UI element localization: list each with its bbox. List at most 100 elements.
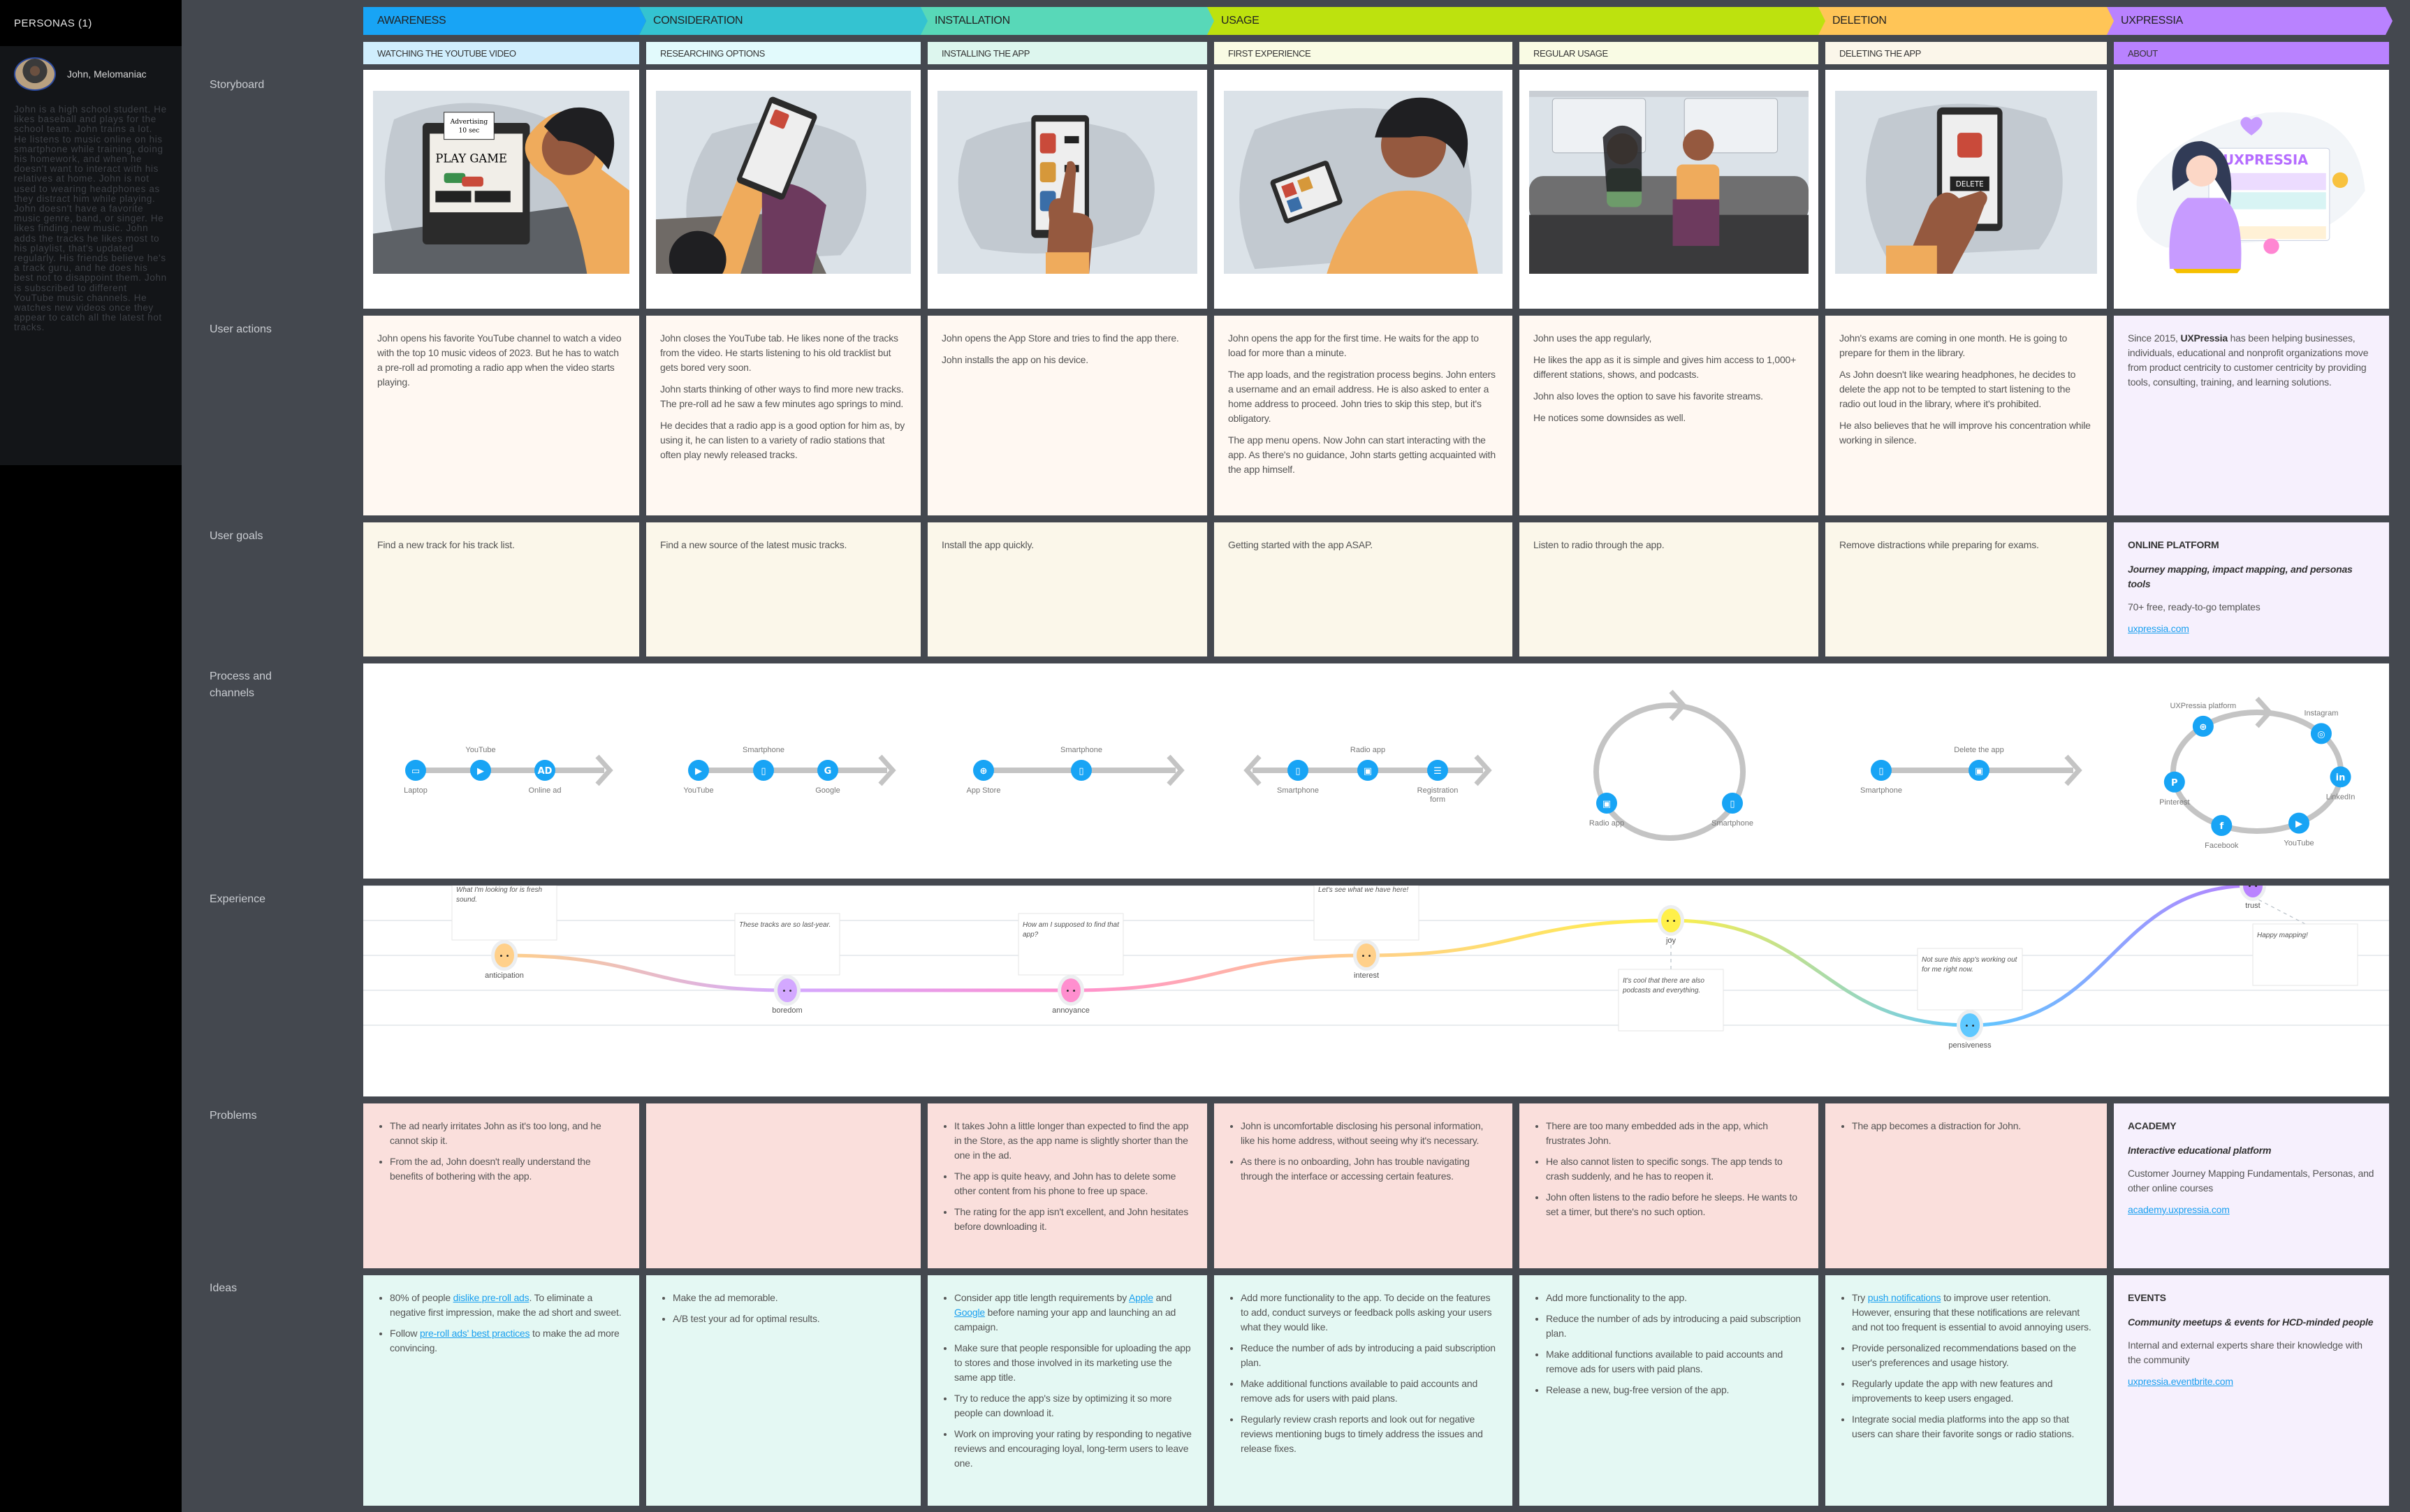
emotion-point[interactable]: Not sure this app's working out for me r… <box>1917 948 2023 1050</box>
idea-link[interactable]: Google <box>954 1307 985 1318</box>
ideas-cell[interactable]: 80% of people dislike pre-roll ads. To e… <box>363 1275 639 1506</box>
stage-watching-the-youtube-video[interactable]: WATCHING THE YOUTUBE VIDEO <box>363 42 639 64</box>
channel-node[interactable]: ▯ Smartphone <box>1860 760 1902 795</box>
phase-consideration[interactable]: CONSIDERATION <box>639 7 929 35</box>
stage-first-experience[interactable]: FIRST EXPERIENCE <box>1214 42 1512 64</box>
ideas-cell[interactable]: Consider app title length requirements b… <box>928 1275 1207 1506</box>
idea-link[interactable]: pre-roll ads' best practices <box>420 1328 530 1339</box>
quote-text-wrap: Let's see what we have here! <box>1318 886 1408 894</box>
phase-installation[interactable]: INSTALLATION <box>921 7 1219 35</box>
channel-node[interactable]: ⊕ App Store <box>967 760 1001 795</box>
user-actions-cell[interactable]: John opens the App Store and tries to fi… <box>928 316 1207 515</box>
problems-cell[interactable]: The ad nearly irritates John as it's too… <box>363 1103 639 1268</box>
channel-node[interactable]: ▣ Delete the app <box>1954 746 2004 781</box>
ideas-cell[interactable]: Add more functionality to the app. To de… <box>1214 1275 1512 1506</box>
user-actions-cell[interactable]: John closes the YouTube tab. He likes no… <box>646 316 921 515</box>
channel-node[interactable]: ▯ Smartphone <box>1060 746 1102 781</box>
user-actions-cell[interactable]: John opens his favorite YouTube channel … <box>363 316 639 515</box>
emotion-point[interactable]: What I'm looking for is fresh sound. • • a… <box>451 878 557 980</box>
channel-node[interactable]: ▯ Smartphone <box>1277 760 1319 795</box>
phase-deletion[interactable]: DELETION <box>1818 7 2120 35</box>
emotion-point[interactable]: These tracks are so last-year. • • boredom <box>734 913 840 1015</box>
problems-cell[interactable]: ACADEMY Interactive educational platform C… <box>2114 1103 2389 1268</box>
channel-node[interactable]: P Pinterest <box>2159 771 2190 807</box>
stage-researching-options[interactable]: RESEARCHING OPTIONS <box>646 42 921 64</box>
bullet-item: Integrate social media platforms into th… <box>1852 1412 2093 1441</box>
user-goals-cell[interactable]: Getting started with the app ASAP. <box>1214 522 1512 656</box>
channel-node[interactable]: ▯ Smartphone <box>1711 793 1753 828</box>
face-glyph: • • <box>1361 953 1372 960</box>
phase-uxpressia[interactable]: UXPRESSIA <box>2107 7 2393 35</box>
user-goals-cell[interactable]: Find a new track for his track list. <box>363 522 639 656</box>
quote-text-wrap: Happy mapping! <box>2257 932 2308 939</box>
channel-node[interactable]: ▣ Radio app <box>1350 746 1385 781</box>
channel-label: Instagram <box>2304 709 2338 717</box>
channel-node[interactable]: AD Online ad <box>528 760 562 795</box>
storyboard-frame[interactable] <box>1519 70 1818 309</box>
idea-link[interactable]: dislike pre-roll ads <box>453 1292 530 1303</box>
online_platform-link[interactable]: uxpressia.com <box>2128 623 2189 634</box>
storyboard-frame[interactable]: DELETE <box>1825 70 2107 309</box>
user-goals-cell[interactable]: Remove distractions while preparing for … <box>1825 522 2107 656</box>
ideas-cell[interactable]: Try push notifications to improve user r… <box>1825 1275 2107 1506</box>
user-actions-cell[interactable]: John uses the app regularly, He likes the… <box>1519 316 1818 515</box>
storyboard-frame[interactable] <box>1214 70 1512 309</box>
channel-node[interactable]: ▶ YouTube <box>465 746 496 781</box>
idea-text: Try to reduce the app's size by optimizi… <box>954 1393 1172 1418</box>
bullet-item: Make additional functions available to p… <box>1241 1377 1498 1406</box>
user-goals-cell[interactable]: Listen to radio through the app. <box>1519 522 1818 656</box>
idea-link[interactable]: Apple <box>1129 1292 1153 1303</box>
online_platform-title: ONLINE PLATFORM <box>2128 539 2219 550</box>
bullet-list: Try push notifications to improve user r… <box>1839 1291 2093 1441</box>
user-actions-cell[interactable]: John's exams are coming in one month. He… <box>1825 316 2107 515</box>
ideas-cell[interactable]: Add more functionality to the app. Reduce… <box>1519 1275 1818 1506</box>
idea-link[interactable]: push notifications <box>1868 1292 1941 1303</box>
persona-card[interactable]: John, Melomaniac John is a high school s… <box>0 46 182 465</box>
channel-node[interactable]: ▯ Smartphone <box>743 746 784 781</box>
storyboard-frame[interactable] <box>646 70 921 309</box>
phase-awareness[interactable]: AWARENESS <box>363 7 646 35</box>
stage-installing-the-app[interactable]: INSTALLING THE APP <box>928 42 1207 64</box>
idea-text: Make sure that people responsible for up… <box>954 1342 1191 1383</box>
user-actions-cell[interactable]: John opens the app for the first time. H… <box>1214 316 1512 515</box>
ideas-cell[interactable]: EVENTS Community meetups & events for HCD… <box>2114 1275 2389 1506</box>
persona-avatar[interactable] <box>14 57 56 91</box>
problems-cell[interactable]: John is uncomfortable disclosing his per… <box>1214 1103 1512 1268</box>
stage-regular-usage[interactable]: REGULAR USAGE <box>1519 42 1818 64</box>
form-icon: ☰ <box>1433 766 1442 777</box>
academy-link[interactable]: academy.uxpressia.com <box>2128 1204 2230 1215</box>
emotion-point[interactable]: Let's see what we have here! • • interest <box>1313 878 1419 980</box>
channel-node[interactable]: in LinkedIn <box>2326 766 2356 801</box>
user-goals-cell[interactable]: ONLINE PLATFORM Journey mapping, impact m… <box>2114 522 2389 656</box>
events-link[interactable]: uxpressia.eventbrite.com <box>2128 1376 2233 1387</box>
channel-node[interactable]: ☰ Registrationform <box>1417 760 1459 804</box>
problems-cell[interactable]: It takes John a little longer than expec… <box>928 1103 1207 1268</box>
storyboard-frame[interactable] <box>928 70 1207 309</box>
experience-panel: What I'm looking for is fresh sound. • • a… <box>363 870 2389 1096</box>
user-goals-cell[interactable]: Find a new source of the latest music tr… <box>646 522 921 656</box>
problems-cell[interactable] <box>646 1103 921 1268</box>
stage-deleting-the-app[interactable]: DELETING THE APP <box>1825 42 2107 64</box>
problems-cell[interactable]: There are too many embedded ads in the a… <box>1519 1103 1818 1268</box>
idea-text: Add more functionality to the app. <box>1546 1292 1687 1303</box>
channel-node[interactable]: ▭ Laptop <box>404 760 428 795</box>
quote-text: Not sure this app's working out for me r… <box>1922 956 2017 974</box>
bullet-item: Regularly review crash reports and look … <box>1241 1412 1498 1456</box>
emotion-point[interactable]: How am I supposed to find that app? • • an… <box>1018 913 1124 1015</box>
user-goals-cell[interactable]: Install the app quickly. <box>928 522 1207 656</box>
emotion-point[interactable]: Happy mapping! • • trust <box>2240 870 2358 986</box>
storyboard-frame[interactable]: Advertising 10 sec PLAY GAME <box>363 70 639 309</box>
user-actions-cell[interactable]: Since 2015, UXPressia has been helping b… <box>2114 316 2389 515</box>
problems-cell[interactable]: The app becomes a distraction for John. <box>1825 1103 2107 1268</box>
channel-node[interactable]: G Google <box>815 760 840 795</box>
channel-label: Radio app <box>1350 746 1385 754</box>
ideas-cell[interactable]: Make the ad memorable. A/B test your ad f… <box>646 1275 921 1506</box>
channel-node[interactable]: ▶ YouTube <box>683 760 714 795</box>
paragraph: John also loves the option to save his f… <box>1533 390 1763 402</box>
phase-usage[interactable]: USAGE <box>1207 7 1830 35</box>
face-glyph: • • <box>499 953 510 960</box>
radio-app-icon: ▣ <box>1602 799 1611 809</box>
stage-about[interactable]: ABOUT <box>2114 42 2389 64</box>
storyboard-frame[interactable]: UXPRESSIA <box>2114 70 2389 309</box>
channel-node[interactable]: ▣ Radio app <box>1589 793 1624 828</box>
